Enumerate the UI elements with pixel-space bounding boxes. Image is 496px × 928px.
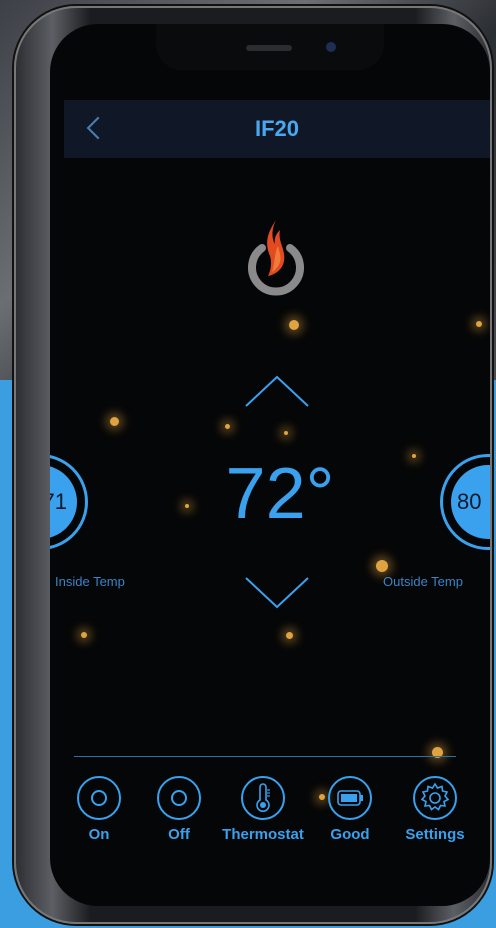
ember-spark — [81, 632, 87, 638]
tab-label: Settings — [405, 826, 465, 843]
inside-temp-value: 71 — [50, 489, 67, 514]
bottom-divider — [74, 756, 456, 757]
tab-label: Thermostat — [222, 826, 304, 843]
ember-spark — [110, 417, 119, 426]
speaker-grille — [246, 45, 292, 51]
ember-spark — [476, 321, 482, 327]
outside-temp-label: Outside Temp — [383, 574, 463, 589]
inside-temp-gauge: 71 — [50, 454, 88, 550]
front-camera — [326, 42, 336, 52]
page-title: IF20 — [254, 116, 300, 141]
tab-off[interactable]: Off — [156, 776, 202, 843]
ember-spark — [225, 424, 230, 429]
tab-thermostat[interactable]: Thermostat — [218, 776, 308, 843]
ember-spark — [376, 560, 388, 572]
ember-spark — [286, 632, 293, 639]
app-header: IF20 — [64, 100, 490, 158]
tab-label: Good — [330, 826, 370, 843]
tab-good[interactable]: Good — [324, 776, 376, 843]
increase-temp-button[interactable] — [244, 374, 310, 408]
thermometer-icon — [241, 776, 285, 820]
tab-label: Off — [168, 826, 190, 843]
flame-power-logo-icon — [248, 220, 304, 296]
gear-icon — [413, 776, 457, 820]
set-temperature: 72° — [225, 454, 335, 534]
app-screen: IF20 72° 71 Inside Temp 80 Outside Temp — [50, 24, 490, 906]
ember-spark — [185, 504, 189, 508]
outside-temp-gauge: 80 — [440, 454, 490, 550]
ember-spark — [289, 320, 299, 330]
tab-on[interactable]: On — [76, 776, 122, 843]
inside-temp-label: Inside Temp — [55, 574, 125, 589]
tab-settings[interactable]: Settings — [400, 776, 470, 843]
power-off-icon — [157, 776, 201, 820]
phone-notch — [156, 24, 384, 70]
outside-temp-value: 80 — [457, 489, 482, 514]
phone-frame: IF20 72° 71 Inside Temp 80 Outside Temp — [14, 6, 492, 924]
decrease-temp-button[interactable] — [244, 576, 310, 610]
ember-spark — [284, 431, 288, 435]
ember-spark — [412, 454, 416, 458]
tab-label: On — [88, 826, 110, 843]
power-on-icon — [77, 776, 121, 820]
battery-icon — [328, 776, 372, 820]
